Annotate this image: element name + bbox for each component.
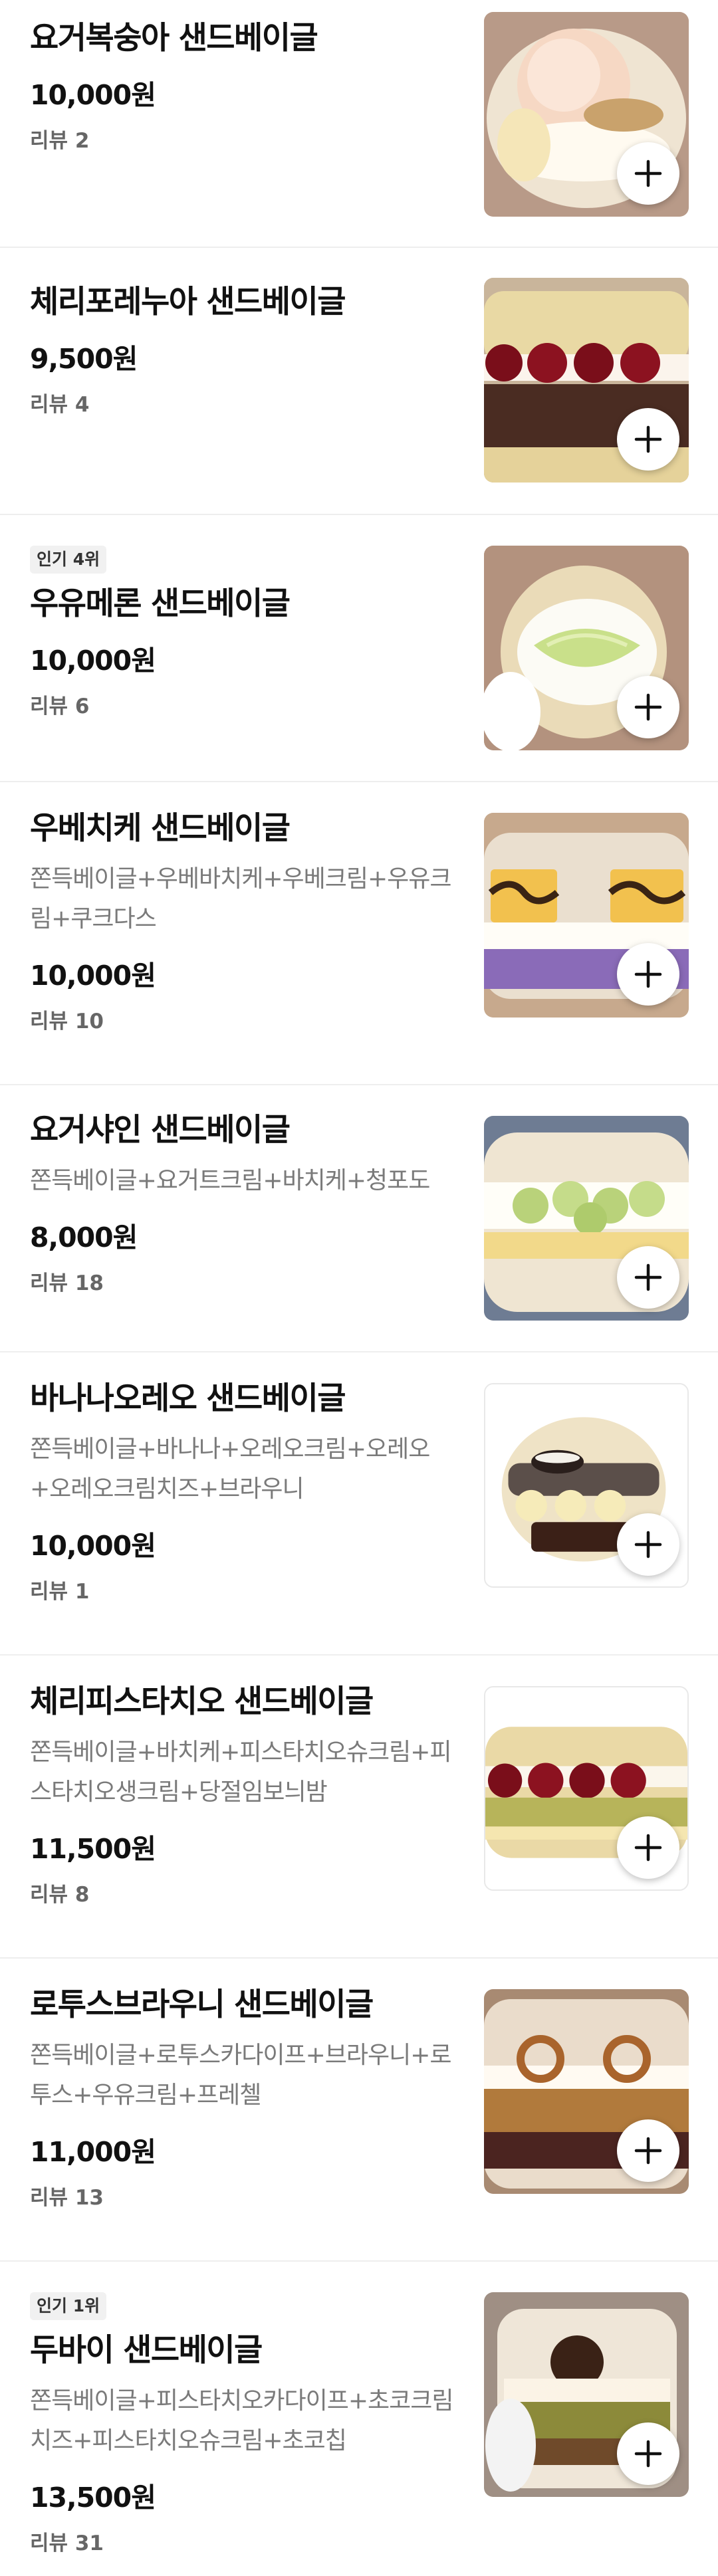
menu-item-info: 체리포레누아 샌드베이글 9,500원 리뷰 4 (30, 282, 462, 418)
menu-item-info: 체리피스타치오 샌드베이글 쫀득베이글+바치케+피스타치오슈크림+피스타치오생크… (30, 1682, 462, 1908)
menu-item-info: 우베치케 샌드베이글 쫀득베이글+우베바치케+우베크림+우유크림+쿠크다스 10… (30, 809, 462, 1035)
menu-item-name: 체리포레누아 샌드베이글 (30, 284, 346, 320)
menu-item[interactable]: 체리피스타치오 샌드베이글 쫀득베이글+바치케+피스타치오슈크림+피스타치오생크… (0, 1656, 718, 1959)
menu-item-name: 체리피스타치오 샌드베이글 (30, 1683, 374, 1720)
menu-item-price: 8,000원 (30, 1222, 138, 1253)
menu-item-reviews: 리뷰 31 (30, 2531, 104, 2555)
menu-item-reviews: 리뷰 2 (30, 129, 90, 153)
menu-item-name: 우유메론 샌드베이글 (30, 586, 291, 622)
add-to-cart-button[interactable] (617, 1513, 679, 1576)
menu-item[interactable]: 요거샤인 샌드베이글 쫀득베이글+요거트크림+바치케+청포도 8,000원 리뷰… (0, 1085, 718, 1352)
menu-item-reviews: 리뷰 18 (30, 1271, 104, 1295)
menu-item-price: 10,000원 (30, 960, 156, 992)
menu-item-reviews: 리뷰 1 (30, 1580, 90, 1604)
menu-item-info: 인기 4위 우유메론 샌드베이글 10,000원 리뷰 6 (30, 546, 462, 720)
menu-item[interactable]: 요거복숭아 샌드베이글 10,000원 리뷰 2 (0, 0, 718, 248)
menu-item-price: 10,000원 (30, 645, 156, 677)
add-to-cart-button[interactable] (617, 943, 679, 1006)
menu-item-info: 요거복숭아 샌드베이글 10,000원 리뷰 2 (30, 19, 462, 154)
menu-item-price: 10,000원 (30, 1530, 156, 1562)
menu-item-reviews: 리뷰 6 (30, 695, 90, 718)
menu-item-price: 11,000원 (30, 2136, 156, 2168)
add-to-cart-button[interactable] (617, 2422, 679, 2485)
plus-icon (634, 693, 662, 721)
menu-item[interactable]: 체리포레누아 샌드베이글 9,500원 리뷰 4 (0, 248, 718, 515)
plus-icon (634, 1263, 662, 1291)
menu-item-price: 10,000원 (30, 79, 156, 111)
menu-item-price: 9,500원 (30, 343, 138, 375)
menu-item-info: 인기 1위 두바이 샌드베이글 쫀득베이글+피스타치오카다이프+초코크림치즈+피… (30, 2292, 462, 2557)
menu-item-info: 바나나오레오 샌드베이글 쫀득베이글+바나나+오레오크림+오레오+오레오크림치즈… (30, 1379, 462, 1605)
menu-item-reviews: 리뷰 4 (30, 393, 90, 417)
popularity-badge: 인기 1위 (30, 2292, 107, 2320)
menu-item-name: 바나나오레오 샌드베이글 (30, 1380, 346, 1417)
plus-icon (634, 1834, 662, 1862)
plus-icon (634, 1531, 662, 1558)
menu-item[interactable]: 인기 4위 우유메론 샌드베이글 10,000원 리뷰 6 (0, 515, 718, 782)
menu-list: 요거복숭아 샌드베이글 10,000원 리뷰 2 체리포레누아 샌드베이글 9,… (0, 0, 718, 2576)
menu-item[interactable]: 인기 1위 두바이 샌드베이글 쫀득베이글+피스타치오카다이프+초코크림치즈+피… (0, 2262, 718, 2576)
menu-item-reviews: 리뷰 8 (30, 1883, 90, 1907)
menu-item[interactable]: 바나나오레오 샌드베이글 쫀득베이글+바나나+오레오크림+오레오+오레오크림치즈… (0, 1352, 718, 1656)
menu-item-description: 쫀득베이글+우베바치케+우베크림+우유크림+쿠크다스 (30, 865, 452, 932)
add-to-cart-button[interactable] (617, 142, 679, 205)
menu-item-description: 쫀득베이글+로투스카다이프+브라우니+로투스+우유크림+프레첼 (30, 2042, 452, 2109)
add-to-cart-button[interactable] (617, 1816, 679, 1879)
add-to-cart-button[interactable] (617, 408, 679, 471)
add-to-cart-button[interactable] (617, 2119, 679, 2182)
plus-icon (634, 2440, 662, 2468)
plus-icon (634, 2137, 662, 2165)
menu-item-name: 요거복숭아 샌드베이글 (30, 20, 318, 56)
menu-item[interactable]: 우베치케 샌드베이글 쫀득베이글+우베바치케+우베크림+우유크림+쿠크다스 10… (0, 782, 718, 1085)
menu-item-reviews: 리뷰 10 (30, 1010, 104, 1033)
menu-item-reviews: 리뷰 13 (30, 2186, 104, 2210)
menu-item-description: 쫀득베이글+바치케+피스타치오슈크림+피스타치오생크림+당절임보늬밤 (30, 1739, 452, 1806)
add-to-cart-button[interactable] (617, 676, 679, 738)
menu-item-info: 로투스브라우니 샌드베이글 쫀득베이글+로투스카다이프+브라우니+로투스+우유크… (30, 1985, 462, 2211)
add-to-cart-button[interactable] (617, 1246, 679, 1309)
menu-item-description: 쫀득베이글+피스타치오카다이프+초코크림치즈+피스타치오슈크림+초코칩 (30, 2387, 454, 2454)
menu-item-description: 쫀득베이글+요거트크림+바치케+청포도 (30, 1167, 430, 1194)
plus-icon (634, 425, 662, 453)
popularity-badge: 인기 4위 (30, 546, 107, 574)
menu-item-description: 쫀득베이글+바나나+오레오크림+오레오+오레오크림치즈+브라우니 (30, 1436, 430, 1503)
menu-item-name: 로투스브라우니 샌드베이글 (30, 1986, 374, 2023)
menu-item-price: 11,500원 (30, 1833, 156, 1865)
menu-item-name: 우베치케 샌드베이글 (30, 810, 291, 847)
plus-icon (634, 160, 662, 187)
plus-icon (634, 960, 662, 988)
menu-item[interactable]: 로투스브라우니 샌드베이글 쫀득베이글+로투스카다이프+브라우니+로투스+우유크… (0, 1959, 718, 2262)
menu-item-info: 요거샤인 샌드베이글 쫀득베이글+요거트크림+바치케+청포도 8,000원 리뷰… (30, 1111, 462, 1297)
menu-item-name: 두바이 샌드베이글 (30, 2332, 263, 2369)
menu-item-price: 13,500원 (30, 2482, 156, 2514)
menu-item-name: 요거샤인 샌드베이글 (30, 1112, 291, 1148)
